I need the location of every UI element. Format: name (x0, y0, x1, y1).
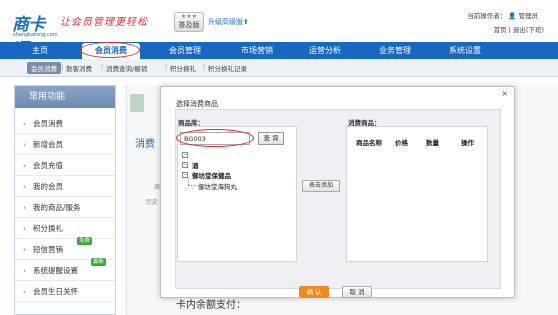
chevron-right-icon: › (23, 224, 26, 233)
highlight-oval (80, 42, 140, 58)
product-library-panel (177, 126, 297, 262)
faded-text: 历史 (146, 199, 159, 206)
sidebar-item-label: 短信营销 (33, 245, 63, 254)
tree-connector (188, 178, 189, 185)
query-button[interactable]: 查 询 (258, 132, 284, 145)
operator-info: 当前操作者： 👤 管理员 (467, 10, 538, 20)
logout-link[interactable]: 退出(下班) (513, 26, 544, 34)
subnav-item[interactable]: 消费查询/撤销 (106, 63, 147, 73)
home-link[interactable]: 首页 (494, 26, 507, 34)
tree-toggle-icon[interactable]: － (182, 152, 188, 158)
sidebar-item-label: 会员充值 (33, 161, 63, 170)
tree-toggle-icon[interactable]: － (182, 162, 188, 168)
header: 商卡通 shangkatong.com 让会员管理更轻松 ★★★ 普及版 升级高… (0, 0, 558, 60)
column-header: 价格 (395, 139, 408, 147)
nav-item[interactable]: 系统设置 (440, 42, 490, 59)
tree-node-health-products[interactable]: 御坊堂保健品 (192, 170, 231, 180)
nav-item[interactable]: 会员管理 (160, 42, 210, 59)
slogan: 让会员管理更轻松 (60, 17, 148, 28)
sidebar-item[interactable]: › 会员充值 (15, 156, 115, 176)
new-badge: 免费 (77, 237, 93, 245)
nav-item[interactable]: 市场营销 (228, 42, 286, 59)
nav-item[interactable]: 主页 (20, 42, 60, 59)
sidebar-item-label: 系统提醒设置 (33, 266, 78, 275)
tab-consume[interactable]: 消费 (135, 135, 155, 150)
column-header: 数量 (426, 139, 439, 147)
panel-header-decor (130, 94, 144, 112)
chevron-right-icon: › (23, 287, 26, 296)
tree-leaf-product[interactable]: 御坊堂海狗丸 (198, 181, 237, 191)
edition-label: 普及版 (178, 21, 200, 29)
sidebar-item-label: 会员消费 (33, 119, 63, 128)
sidebar-item-label: 我的商品/服务 (33, 203, 81, 212)
logo-url: shangkatong.com (13, 32, 58, 38)
balance-pay-label: 卡内余额支付： (176, 300, 246, 311)
up-arrow-icon: ⬆ (243, 18, 249, 26)
column-header: 操作 (461, 139, 474, 147)
cancel-button[interactable]: 取 消 (342, 286, 372, 298)
chevron-right-icon: › (23, 119, 26, 128)
sidebar-item[interactable]: › 我的会员 (15, 177, 115, 197)
dialog-body: 商品库： 查 询 － － 酒 － 御坊堂保健品 御坊堂海狗丸 表击添加 消费商品… (175, 109, 501, 298)
sidebar-item[interactable]: › 积分换礼 (15, 219, 115, 239)
user-icon: 👤 (508, 12, 517, 20)
tree-node-wine[interactable]: 酒 (192, 160, 199, 170)
confirm-button[interactable]: 确 认 (299, 286, 329, 298)
sidebar-item-label: 积分换礼 (33, 224, 63, 233)
sub-nav: 会员消费 散客消费 | 消费查询/撤销 | 积分换礼 | 积分换礼记录 | (0, 59, 558, 77)
select-product-dialog: × 选择消费商品 商品库： 查 询 － － 酒 － 御坊堂保健品 御坊堂海狗丸 … (160, 86, 515, 298)
subnav-item[interactable]: 积分换礼 (170, 63, 196, 73)
nav-item[interactable]: 业务管理 (366, 42, 424, 59)
subnav-separator: | (203, 63, 206, 71)
sidebar-item[interactable]: › 新增会员 (15, 135, 115, 155)
column-header: 商品名称 (356, 139, 382, 147)
new-badge: 最新 (91, 258, 107, 266)
sidebar: 常用功能 › 会员消费 › 新增会员 › 会员充值 › 我的会员 › 我的商品/服务 › 积分换礼 › 短… (14, 85, 116, 315)
subnav-item[interactable]: 会员消费 (27, 62, 61, 74)
sidebar-item[interactable]: › 短信营销 免费 (15, 237, 115, 260)
top-links: 首页 | 退出(下班) (494, 24, 544, 34)
operator-label: 当前操作者： (467, 12, 507, 20)
subnav-separator: | (165, 63, 168, 71)
sidebar-item-label: 我的会员 (33, 182, 63, 191)
subnav-item[interactable]: 散客消费 (66, 63, 92, 73)
chevron-right-icon: › (23, 182, 26, 191)
upgrade-label: 升级高级版 (208, 18, 243, 26)
chevron-right-icon: › (23, 203, 26, 212)
nav-item[interactable]: 运营分析 (300, 42, 350, 59)
highlight-oval (176, 129, 254, 147)
edition-badge: ★★★ 普及版 (174, 12, 204, 32)
sidebar-item-label: 会员生日关怀 (33, 287, 78, 296)
add-button[interactable]: 表击添加 (302, 180, 340, 192)
chevron-right-icon: › (23, 245, 26, 254)
sidebar-item[interactable]: › 会员消费 (15, 114, 115, 134)
chevron-right-icon: › (23, 161, 26, 170)
close-icon[interactable]: × (501, 89, 508, 98)
star-icon: ★★★ (180, 13, 198, 20)
tree-connector (188, 185, 196, 186)
upgrade-link[interactable]: 升级高级版⬆ (208, 17, 249, 27)
logo[interactable]: 商卡通 shangkatong.com (6, 6, 58, 60)
sidebar-item-label: 新增会员 (33, 140, 63, 149)
subnav-separator: | (61, 63, 64, 71)
sidebar-item[interactable]: › 我的商品/服务 (15, 198, 115, 218)
dialog-title: 选择消费商品 (176, 100, 218, 108)
sidebar-item[interactable]: › 系统提醒设置 最新 (15, 258, 115, 281)
chevron-right-icon: › (23, 266, 26, 275)
subnav-item[interactable]: 积分换礼记录 (208, 63, 247, 73)
sidebar-title: 常用功能 (15, 86, 115, 108)
chevron-right-icon: › (23, 140, 26, 149)
subnav-separator: | (101, 63, 104, 71)
operator-name: 管理员 (518, 12, 539, 20)
sidebar-item[interactable]: › 会员生日关怀 (15, 282, 115, 302)
